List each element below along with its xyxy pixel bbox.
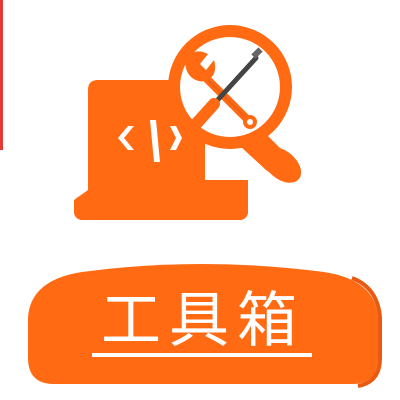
- label-underline: [92, 353, 312, 357]
- toolbox-icon[interactable]: [0, 0, 400, 250]
- toolbox-label-button[interactable]: 工具箱: [22, 258, 384, 388]
- toolbox-app-tile[interactable]: 工具箱: [0, 0, 400, 400]
